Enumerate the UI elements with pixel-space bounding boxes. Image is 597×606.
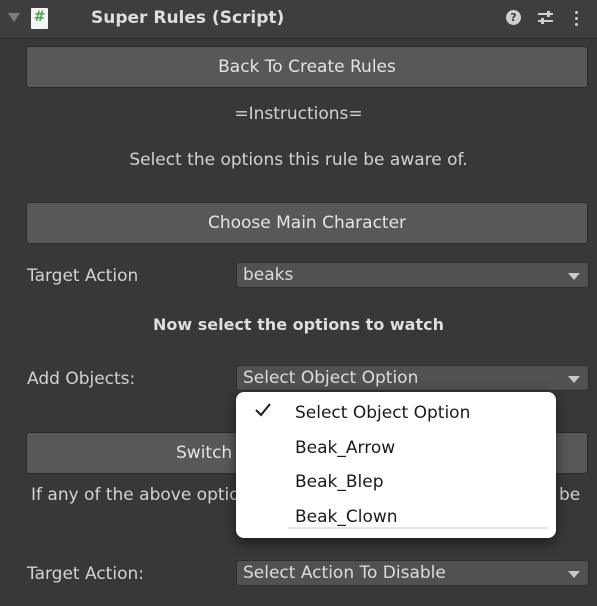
- add-objects-value: Select Object Option: [243, 368, 419, 388]
- component-title: Super Rules (Script): [91, 8, 285, 28]
- add-objects-dropdown[interactable]: Select Object Option: [236, 365, 589, 391]
- instructions-heading: =Instructions=: [234, 104, 363, 124]
- target-action-disable-dropdown[interactable]: Select Action To Disable: [236, 560, 589, 586]
- chevron-down-icon: [568, 273, 580, 280]
- back-to-create-rules-button[interactable]: Back To Create Rules: [26, 46, 588, 88]
- target-action-disable-label: Target Action:: [27, 564, 144, 584]
- preset-sliders-icon[interactable]: [536, 8, 556, 28]
- script-icon-glyph: #: [33, 9, 46, 25]
- target-action-label: Target Action: [27, 266, 139, 286]
- chevron-down-icon: [568, 376, 580, 383]
- target-action-dropdown[interactable]: beaks: [236, 262, 589, 288]
- object-options-popup: Select Object Option Beak_Arrow Beak_Ble…: [236, 392, 556, 538]
- popup-option-beak-clown[interactable]: Beak_Clown: [295, 507, 398, 527]
- popup-option-beak-blep[interactable]: Beak_Blep: [295, 472, 384, 492]
- condition-text-end: be: [559, 485, 581, 505]
- popup-option-select-object[interactable]: Select Object Option: [295, 403, 470, 423]
- choose-main-character-button[interactable]: Choose Main Character: [26, 202, 588, 244]
- inspector-header: # Super Rules (Script) ?: [0, 0, 597, 39]
- target-action-value: beaks: [243, 265, 294, 285]
- help-icon[interactable]: ?: [505, 8, 525, 28]
- add-objects-label: Add Objects:: [27, 369, 136, 389]
- target-action-disable-value: Select Action To Disable: [243, 563, 446, 583]
- checkmark-icon: [255, 403, 271, 417]
- foldout-arrow-icon[interactable]: [8, 13, 20, 22]
- popup-option-beak-arrow[interactable]: Beak_Arrow: [295, 438, 395, 458]
- popup-scroll-divider: [288, 527, 548, 529]
- chevron-down-icon: [568, 571, 580, 578]
- condition-text-start: If any of the above optio: [31, 485, 240, 505]
- watch-options-heading: Now select the options to watch: [153, 315, 444, 334]
- instructions-text: Select the options this rule be aware of…: [129, 150, 468, 170]
- script-file-icon: #: [31, 8, 48, 29]
- more-vertical-icon[interactable]: [569, 8, 589, 28]
